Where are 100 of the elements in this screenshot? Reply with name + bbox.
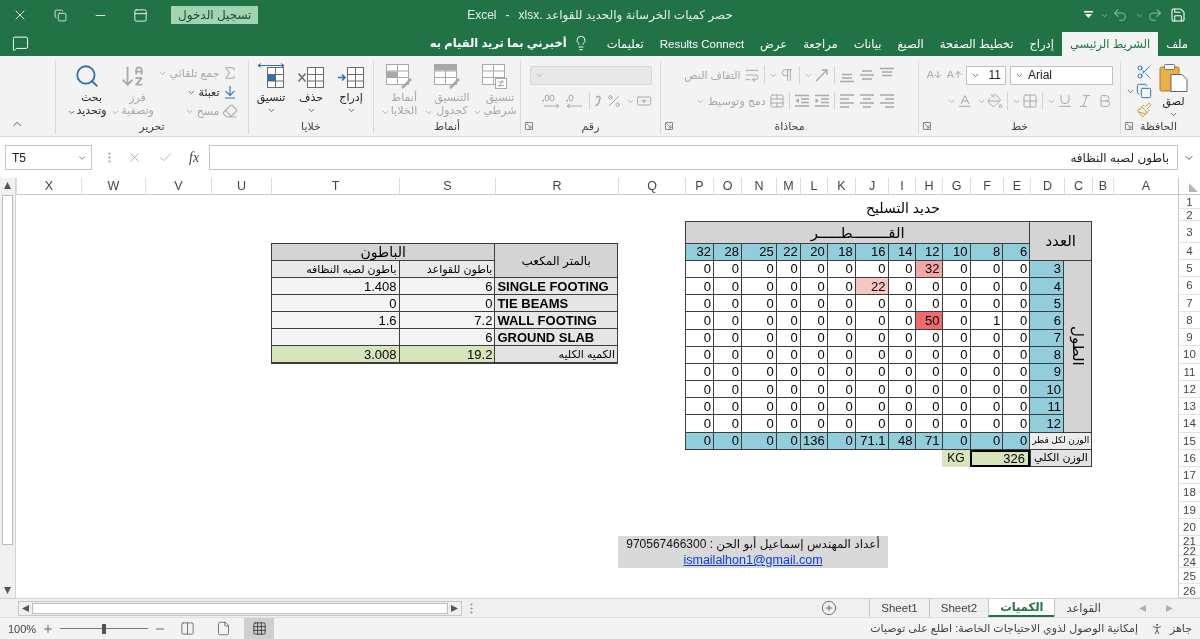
row-label: WALL FOOTING — [495, 312, 617, 329]
cells-button[interactable]: إدراج — [333, 61, 369, 115]
grip-icon[interactable] — [470, 602, 473, 614]
insert-function-button[interactable]: fx — [189, 149, 200, 166]
ribbon-tab[interactable]: ملف — [1158, 32, 1196, 56]
paste-button[interactable]: لصق — [1155, 61, 1192, 119]
formula-field[interactable]: باطون لصبه النظافه — [209, 145, 1178, 170]
scroll-left-icon[interactable] — [22, 604, 29, 612]
zoom-in-icon[interactable] — [42, 622, 55, 635]
table-cell: 0 — [855, 415, 888, 432]
paintbrush-icon[interactable] — [1135, 102, 1152, 118]
group-label: الحافظة — [1140, 119, 1178, 133]
column-header: E — [1003, 178, 1030, 195]
save-icon[interactable] — [1170, 7, 1186, 23]
name-box[interactable]: T5 — [5, 145, 92, 170]
row-label: 11 — [1030, 398, 1064, 415]
dialog-launcher-icon[interactable] — [1125, 122, 1133, 130]
column-header: L — [800, 178, 827, 195]
table-cell: 0 — [970, 363, 1003, 381]
table-cell: 0 — [942, 346, 970, 363]
group-label: محاذاة — [774, 119, 805, 133]
view-button[interactable] — [244, 618, 275, 639]
table-cell: 0 — [915, 363, 942, 381]
ribbon-tab[interactable]: عرض — [752, 32, 796, 56]
table-cell: 0 — [686, 329, 713, 346]
scrollbar-thumb[interactable] — [2, 195, 13, 545]
table-cell: 0 — [686, 398, 713, 415]
ribbon-tab[interactable]: Results Connect — [651, 32, 753, 56]
caret-icon[interactable] — [1169, 110, 1178, 119]
cells-button[interactable]: حذف — [293, 61, 329, 115]
table-cell: 0 — [741, 260, 776, 277]
copy-icon[interactable] — [1135, 83, 1152, 99]
select-all-icon[interactable] — [1189, 183, 1198, 192]
ribbon-tab[interactable]: بيانات — [845, 32, 890, 56]
table-cell: 0 — [970, 329, 1003, 346]
ribbon-tab[interactable]: إدراج — [1021, 32, 1062, 56]
caret-icon[interactable] — [66, 108, 76, 117]
table-title: حديد التسليح — [865, 199, 941, 219]
total-cell: 0 — [827, 432, 855, 449]
column-header: U — [211, 178, 271, 195]
comment-icon[interactable] — [12, 34, 29, 52]
table-cell: 0 — [855, 312, 888, 329]
table-cell: 0 — [713, 295, 741, 312]
command-button[interactable]: تعبئة — [186, 83, 239, 101]
row-header: 6 — [1178, 277, 1200, 295]
table-cell: 22 — [855, 277, 888, 295]
ribbon-display-icon[interactable] — [132, 7, 148, 23]
slider-thumb[interactable] — [102, 623, 107, 634]
sheet-tab[interactable]: الكميات — [988, 599, 1055, 617]
ribbon-tab[interactable]: الصيغ — [889, 32, 932, 56]
sign-in-button[interactable]: تسجيل الدخول — [171, 6, 259, 24]
row-header: 9 — [1178, 329, 1200, 347]
ribbon-tab[interactable]: تعليمات — [598, 32, 652, 56]
caret-left-icon[interactable] — [1139, 604, 1146, 612]
caret-icon[interactable] — [346, 106, 356, 115]
table-cell: 0 — [800, 295, 827, 312]
total-cell: 0 — [686, 432, 713, 449]
table-cell: 0 — [686, 312, 713, 329]
ribbon-tab[interactable]: تخطيط الصفحة — [931, 32, 1022, 56]
table-header: الطول — [1064, 260, 1091, 432]
email-link[interactable]: ismailalhon1@gmail.com — [683, 553, 823, 567]
column-header: R — [495, 178, 618, 195]
scissors-icon[interactable] — [1135, 64, 1152, 80]
dialog-launcher-icon[interactable] — [923, 122, 931, 130]
vertical-scrollbar[interactable] — [0, 178, 16, 598]
dialog-launcher-icon[interactable] — [525, 122, 533, 130]
cells-button[interactable]: تنسيق — [253, 61, 289, 115]
customize-icon[interactable] — [1084, 11, 1093, 19]
row-header: 17 — [1178, 467, 1200, 485]
scrollbar-thumb[interactable] — [32, 602, 448, 614]
caret-right-icon[interactable] — [1166, 604, 1173, 612]
accessibility-status[interactable]: إمكانية الوصول لذوي الاحتياجات الخاصة: اطلع على توصيات — [870, 622, 1138, 635]
table-cell: 0 — [827, 312, 855, 329]
column-header: B — [1092, 178, 1113, 195]
table-cell: 0 — [827, 295, 855, 312]
tell-me-field[interactable]: أخبرني بما تريد القيام به — [416, 33, 567, 53]
add-icon[interactable] — [821, 600, 838, 616]
row-header: 13 — [1178, 398, 1200, 416]
horizontal-scrollbar[interactable] — [18, 600, 462, 616]
table-cell: 50 — [915, 312, 942, 329]
table-cell: 0 — [1003, 381, 1030, 398]
scroll-down-icon[interactable] — [4, 587, 11, 594]
column-header: باطون للقواعد — [399, 261, 495, 278]
table-cell: 0 — [686, 415, 713, 432]
row-label: 9 — [1030, 363, 1064, 381]
table-cell: 0 — [741, 363, 776, 381]
grip-icon[interactable] — [108, 152, 111, 163]
scroll-up-icon[interactable] — [4, 182, 11, 189]
column-header: I — [888, 178, 915, 195]
cancel-icon[interactable] — [127, 150, 142, 165]
caret-icon[interactable] — [266, 106, 276, 115]
restore-icon[interactable] — [53, 8, 67, 22]
column-label: 10 — [942, 243, 970, 260]
ribbon-tab[interactable]: الشريط الرئيسي — [1061, 32, 1159, 56]
scroll-right-icon[interactable] — [451, 604, 458, 612]
command-button[interactable]: بحث وتحديد — [65, 61, 108, 117]
dialog-launcher-icon[interactable] — [665, 122, 673, 130]
caret-icon[interactable] — [306, 106, 316, 115]
ribbon-tab[interactable]: مراجعة — [795, 32, 846, 56]
author-note: أعداد المهندس إسماعيل أبو الحن : 970567466300 — [626, 537, 880, 551]
